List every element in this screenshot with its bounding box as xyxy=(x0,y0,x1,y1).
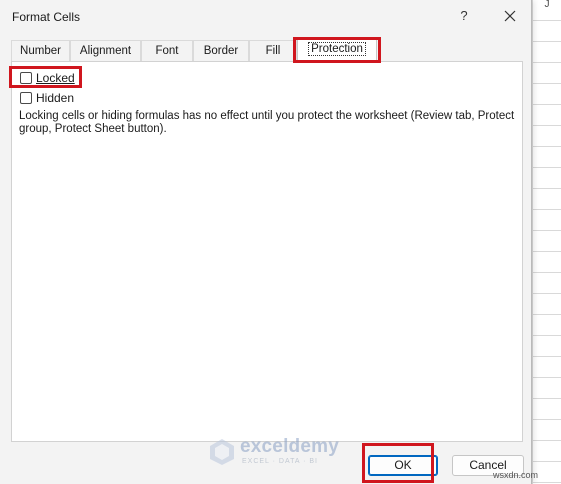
format-cells-dialog: Format Cells ? Number Alignment Font Bor… xyxy=(0,0,532,484)
hidden-label: Hidden xyxy=(36,91,75,105)
watermark-name: exceldemy xyxy=(240,436,339,457)
sheet-column-gridline xyxy=(532,0,533,484)
locked-checkbox[interactable] xyxy=(20,72,32,84)
tab-fill[interactable]: Fill xyxy=(249,40,297,61)
title-bar[interactable]: Format Cells ? xyxy=(0,0,531,34)
locked-label: Locked xyxy=(36,71,75,85)
tab-protection-label: Protection xyxy=(308,42,366,56)
site-watermark: wsxdn.com xyxy=(493,470,539,480)
close-icon xyxy=(504,10,516,22)
tab-border[interactable]: Border xyxy=(193,40,249,61)
protection-panel: Locked Hidden Locking cells or hiding fo… xyxy=(11,61,523,442)
ok-button[interactable]: OK xyxy=(368,455,438,476)
tab-protection[interactable]: Protection xyxy=(297,37,377,62)
close-button[interactable] xyxy=(498,4,522,28)
watermark-tagline: EXCEL · DATA · BI xyxy=(242,458,318,465)
protection-description: Locking cells or hiding formulas has no … xyxy=(19,110,515,135)
locked-option[interactable]: Locked xyxy=(20,70,75,86)
hidden-option[interactable]: Hidden xyxy=(20,90,74,106)
exceldemy-watermark: exceldemy EXCEL · DATA · BI xyxy=(208,436,358,470)
help-button[interactable]: ? xyxy=(455,6,473,26)
tab-number[interactable]: Number xyxy=(11,40,70,61)
dialog-title: Format Cells xyxy=(12,10,81,24)
tab-alignment[interactable]: Alignment xyxy=(70,40,141,61)
tab-font[interactable]: Font xyxy=(141,40,193,61)
column-header-j: J xyxy=(544,0,550,10)
exceldemy-logo-icon xyxy=(210,439,234,465)
hidden-checkbox[interactable] xyxy=(20,92,32,104)
